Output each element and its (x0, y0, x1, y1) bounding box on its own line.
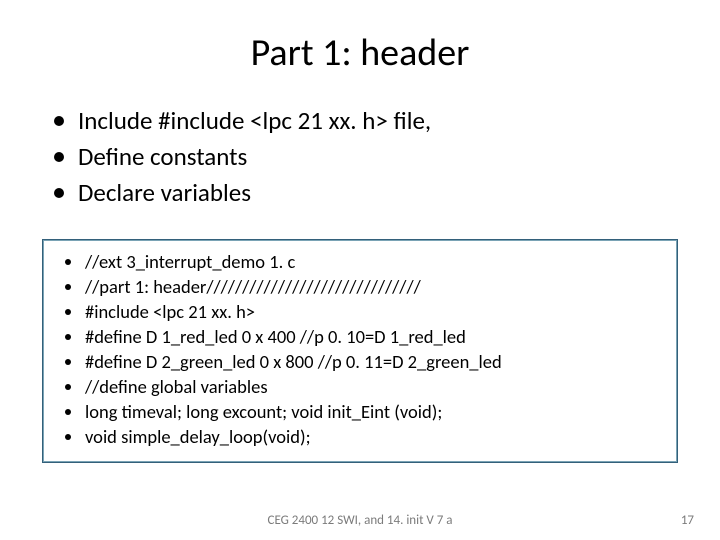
code-line: #define D 2_green_led 0 x 800 //p 0. 11=… (57, 350, 663, 375)
intro-list: Include #include <lpc 21 xx. h> file, De… (48, 104, 672, 209)
bullet-icon (65, 434, 71, 440)
bullet-icon (65, 309, 71, 315)
code-line: #define D 1_red_led 0 x 400 //p 0. 10=D … (57, 325, 663, 350)
intro-item: Declare variables (48, 176, 672, 210)
bullet-icon (65, 409, 71, 415)
bullet-icon (65, 259, 71, 265)
code-text: #include <lpc 21 xx. h> (85, 300, 255, 325)
bullet-icon (65, 284, 71, 290)
code-line: #include <lpc 21 xx. h> (57, 300, 663, 325)
code-text: long timeval; long excount; void init_Ei… (85, 400, 442, 425)
bullet-icon (54, 188, 64, 198)
code-text: void simple_delay_loop(void); (85, 425, 311, 450)
footer-text: CEG 2400 12 SWI, and 14. init V 7 a (0, 513, 720, 528)
code-text: //ext 3_interrupt_demo 1. c (85, 250, 295, 275)
intro-text: Define constants (78, 140, 247, 174)
code-line: void simple_delay_loop(void); (57, 425, 663, 450)
code-text: //part 1: header////////////////////////… (85, 275, 421, 300)
code-text: #define D 1_red_led 0 x 400 //p 0. 10=D … (85, 325, 466, 350)
bullet-icon (54, 116, 64, 126)
intro-text: Declare variables (78, 176, 251, 210)
bullet-icon (65, 359, 71, 365)
code-line: //define global variables (57, 375, 663, 400)
footer-label: CEG 2400 12 SWI, and 14. init V 7 a (268, 513, 453, 528)
code-line: long timeval; long excount; void init_Ei… (57, 400, 663, 425)
slide-title: Part 1: header (48, 30, 672, 76)
page-number: 17 (681, 513, 694, 528)
code-line: //ext 3_interrupt_demo 1. c (57, 250, 663, 275)
bullet-icon (65, 334, 71, 340)
code-line: //part 1: header////////////////////////… (57, 275, 663, 300)
intro-item: Define constants (48, 140, 672, 174)
intro-item: Include #include <lpc 21 xx. h> file, (48, 104, 672, 138)
bullet-icon (54, 152, 64, 162)
bullet-icon (65, 384, 71, 390)
code-text: #define D 2_green_led 0 x 800 //p 0. 11=… (85, 350, 502, 375)
intro-text: Include #include <lpc 21 xx. h> file, (78, 104, 431, 138)
code-text: //define global variables (85, 375, 268, 400)
slide: Part 1: header Include #include <lpc 21 … (0, 0, 720, 540)
code-box: //ext 3_interrupt_demo 1. c //part 1: he… (42, 239, 678, 463)
